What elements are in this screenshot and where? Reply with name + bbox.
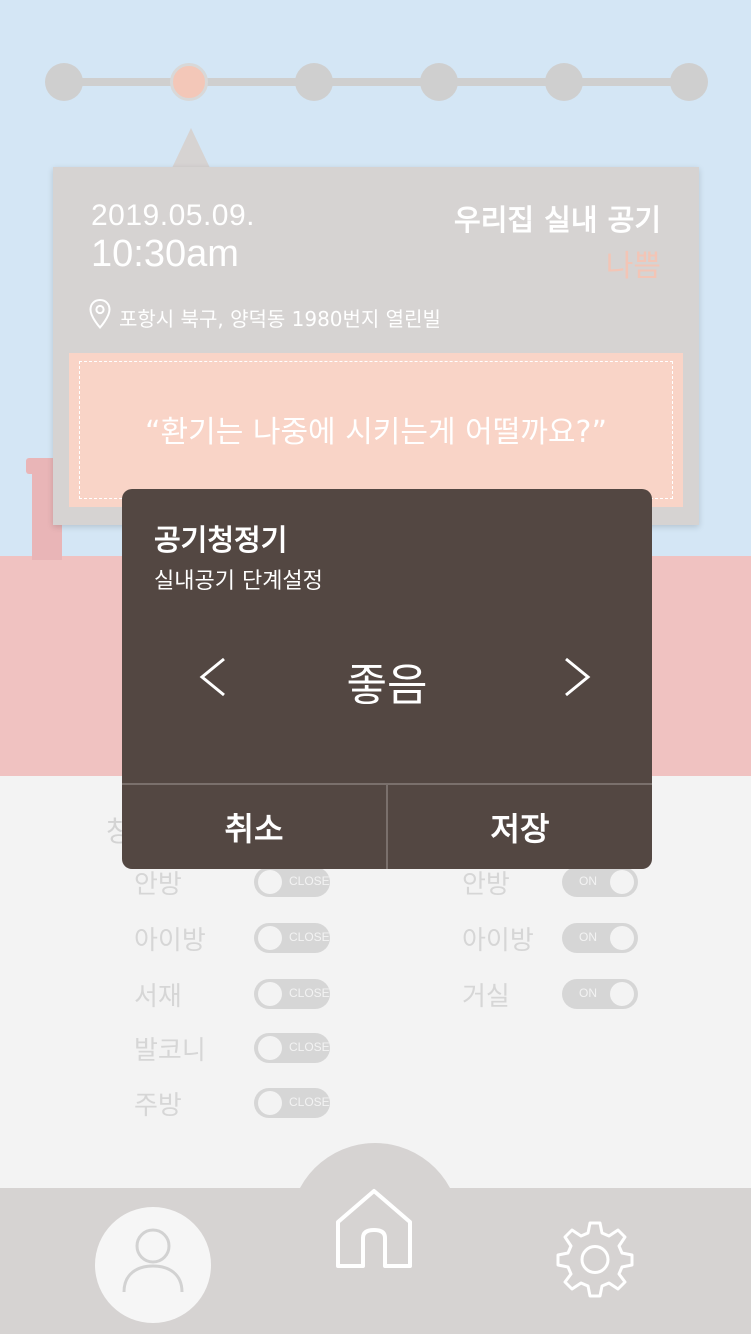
toggle-knob [258,926,282,950]
room-label: 아이방 [134,926,206,956]
gear-icon[interactable] [556,1220,634,1298]
timeline-step[interactable] [670,63,708,101]
toggle-knob [258,1091,282,1115]
toggle-knob [610,982,634,1006]
timeline-step[interactable] [295,63,333,101]
timeline-step[interactable] [45,63,83,101]
room-label: 주방 [134,1091,182,1121]
room-toggle[interactable]: ON [562,867,638,897]
location-pin-icon [89,299,111,329]
room-toggle[interactable]: CLOSE [254,979,330,1009]
time-text: 10:30am [91,233,239,275]
toggle-state: ON [579,930,597,944]
timeline-track [62,78,688,86]
toggle-state: CLOSE [289,1095,330,1109]
timeline-step[interactable] [545,63,583,101]
room-toggle[interactable]: CLOSE [254,923,330,953]
toggle-knob [610,926,634,950]
room-toggle[interactable]: CLOSE [254,1088,330,1118]
room-label: 안방 [462,870,510,900]
room-label: 안방 [134,870,182,900]
user-icon [122,1228,184,1293]
timeline-step[interactable] [420,63,458,101]
save-button[interactable]: 저장 [388,785,652,869]
timeline-step-active[interactable] [170,63,208,101]
toggle-state: CLOSE [289,930,330,944]
modal-title: 공기청정기 [154,523,288,557]
room-toggle[interactable]: ON [562,923,638,953]
date-text: 2019.05.09. [91,199,255,232]
toggle-state: ON [579,874,597,888]
toggle-knob [258,870,282,894]
room-label: 서재 [134,982,182,1012]
recommendation-box: “환기는 나중에 시키는게 어떨까요?” [69,353,683,507]
modal-subtitle: 실내공기 단계설정 [154,569,323,594]
toggle-knob [258,1036,282,1060]
room-toggle[interactable]: CLOSE [254,1033,330,1063]
toggle-knob [610,870,634,894]
air-info-card: 2019.05.09. 10:30am 우리집 실내 공기 나쁨 포항시 북구,… [53,167,699,525]
address-text: 포항시 북구, 양덕동 1980번지 열린빌 [119,307,441,331]
room-label: 발코니 [134,1036,206,1066]
air-quality-status: 나쁨 [605,249,661,284]
toggle-state: CLOSE [289,1040,330,1054]
air-level-modal: 공기청정기 실내공기 단계설정 좋음 취소 저장 [122,489,652,869]
toggle-state: ON [579,986,597,1000]
toggle-state: CLOSE [289,874,330,888]
chevron-right-icon[interactable] [554,655,598,699]
cancel-button[interactable]: 취소 [122,785,386,869]
recommendation-text: “환기는 나중에 시키는게 어떨까요?” [144,415,607,450]
room-toggle[interactable]: ON [562,979,638,1009]
home-icon[interactable] [331,1186,417,1270]
toggle-knob [258,982,282,1006]
room-label: 아이방 [462,926,534,956]
card-pointer [172,128,210,168]
air-quality-title: 우리집 실내 공기 [454,203,661,237]
room-label: 거실 [462,982,510,1012]
toggle-state: CLOSE [289,986,330,1000]
room-toggle[interactable]: CLOSE [254,867,330,897]
